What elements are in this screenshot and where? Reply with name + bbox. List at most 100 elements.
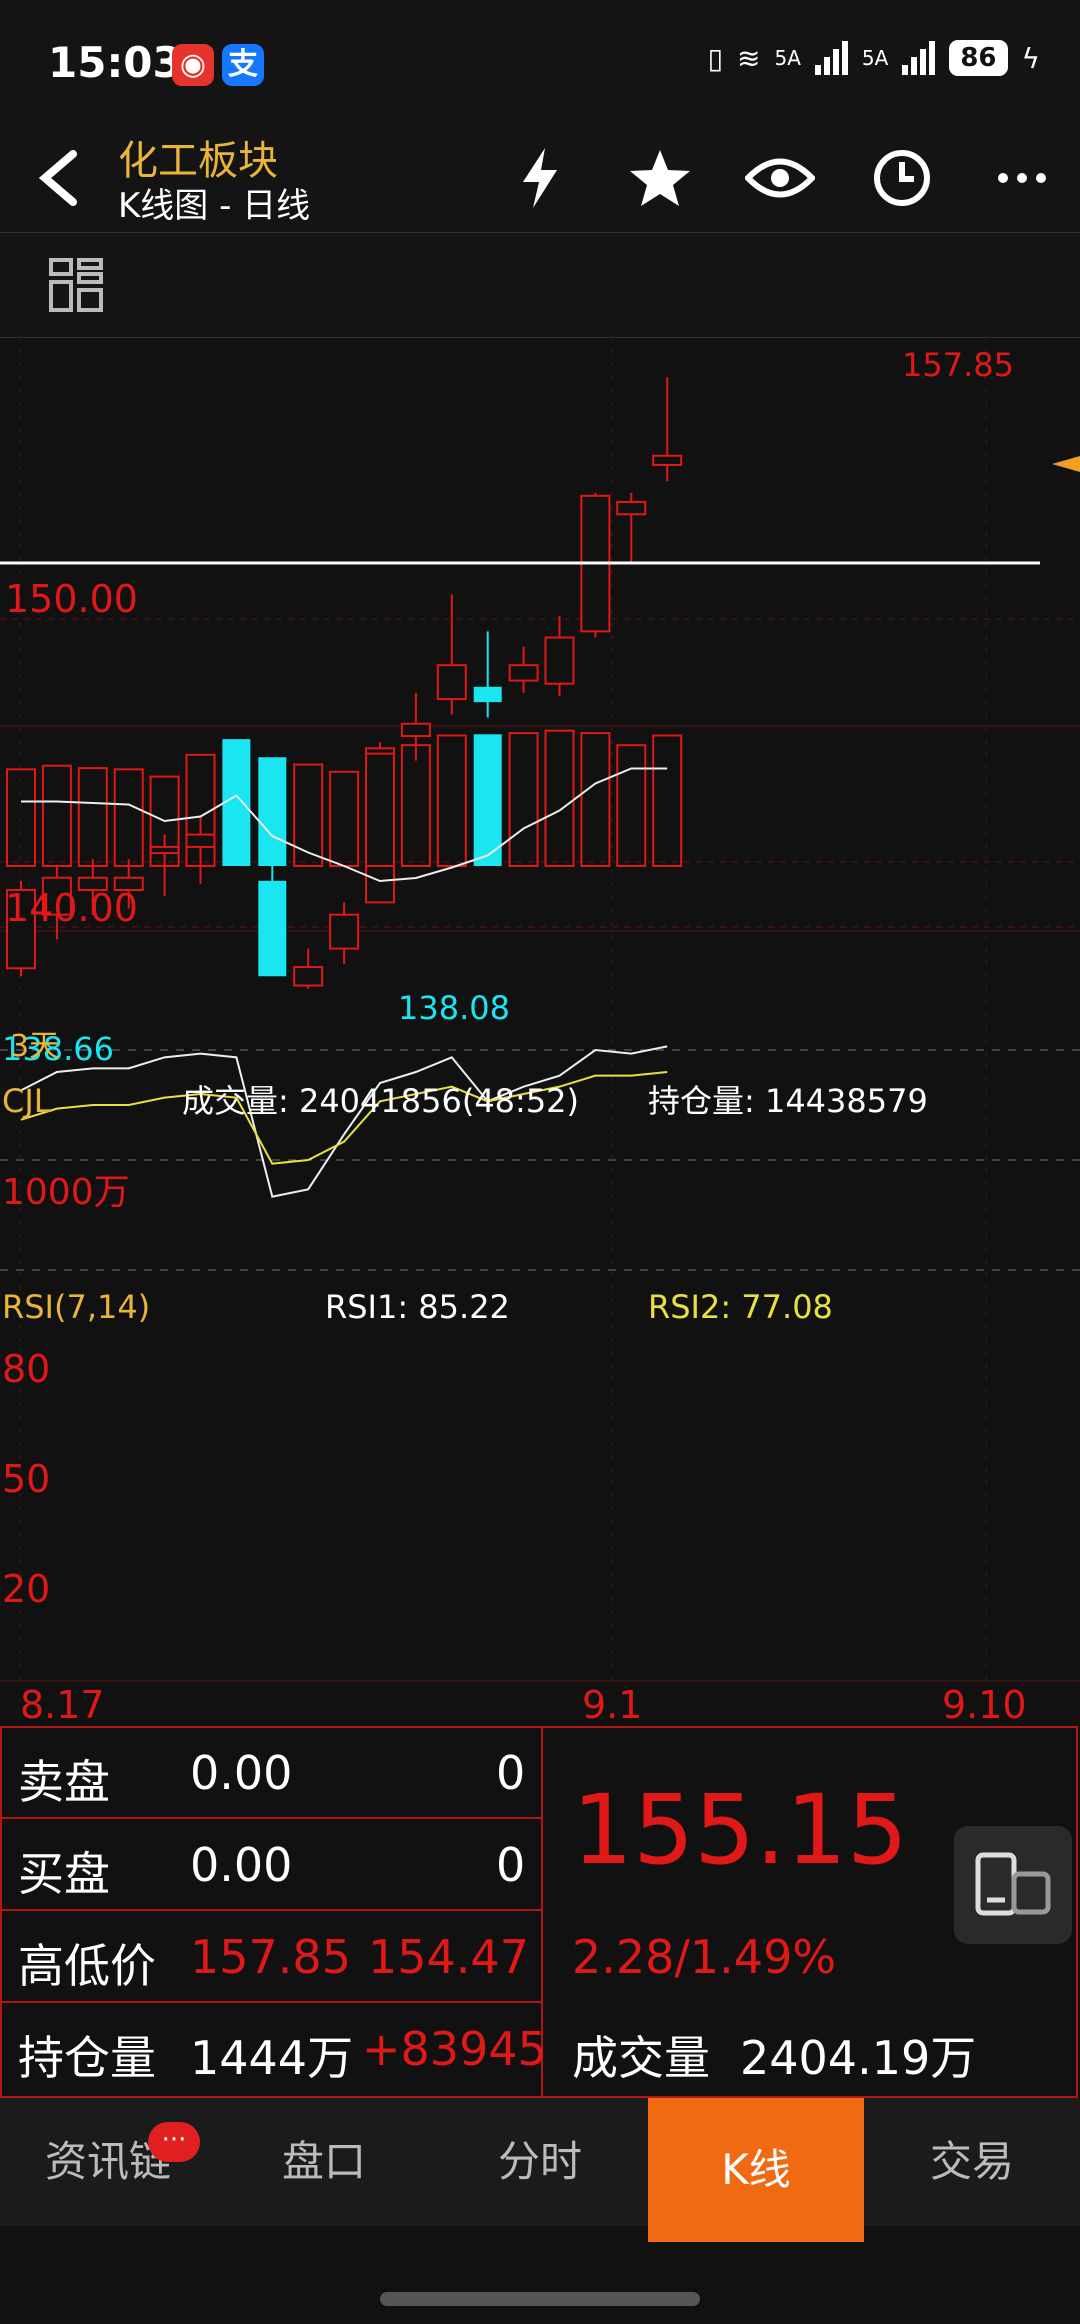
volume-axis-label: 1000万 — [2, 1172, 130, 1213]
signal-icon — [814, 41, 848, 75]
history-button[interactable] — [862, 138, 942, 218]
weibo-icon: ◉ — [172, 44, 214, 86]
signal-icon-2 — [902, 41, 936, 75]
tab-intraday[interactable]: 分时 — [432, 2098, 648, 2226]
tab-news-chain[interactable]: 资讯链 — [0, 2098, 216, 2226]
sell-price: 0.00 — [190, 1746, 293, 1800]
rsi-axis-50: 50 — [2, 1457, 50, 1501]
volume-value: 2404.19万 — [740, 2031, 977, 2085]
flash-button[interactable] — [500, 138, 580, 218]
vibrate-icon: ▯ — [707, 41, 724, 75]
candle-body — [652, 454, 683, 467]
volume-bar — [436, 734, 467, 867]
back-arrow-icon — [38, 150, 77, 206]
favorite-button[interactable] — [620, 138, 700, 218]
page-subtitle: K线图 - 日线 — [118, 186, 311, 226]
volume-bar — [222, 739, 251, 866]
quote-panel: 卖盘 0.00 0 买盘 0.00 0 高低价 157.85 154.47 持仓… — [0, 1726, 1080, 2098]
alipay-icon: 支 — [222, 44, 264, 86]
float-window-button[interactable] — [954, 1826, 1072, 1944]
candle-body — [616, 500, 647, 516]
lightning-icon — [523, 148, 557, 208]
more-button[interactable] — [982, 138, 1062, 218]
wifi-icon: ≋ — [737, 41, 761, 75]
open-interest-label: 持仓量 — [18, 2031, 156, 2085]
volume-bar — [329, 770, 360, 867]
sell-label: 卖盘 — [18, 1755, 110, 1809]
clock-icon — [874, 150, 930, 206]
candle-body — [436, 664, 467, 701]
candle-body — [185, 833, 216, 848]
kline-chart[interactable]: 150.00 140.00 157.85 138.08 138.66 3天 CJ… — [0, 336, 1080, 1726]
candle-body — [473, 686, 502, 703]
volume-bar — [652, 734, 683, 867]
volume-bar — [508, 732, 539, 868]
low-price: 154.47 — [368, 1930, 529, 1984]
candle-body — [508, 664, 539, 682]
home-indicator[interactable] — [380, 2292, 700, 2306]
volume-bar — [258, 757, 287, 866]
candle-body — [544, 636, 575, 685]
chart-toolbar — [0, 232, 1080, 338]
eye-icon — [745, 158, 815, 198]
y-label-150: 150.00 — [5, 577, 138, 621]
volume-bar — [77, 767, 108, 867]
volume-bar — [544, 729, 575, 867]
tab-order-book[interactable]: 盘口 — [216, 2098, 432, 2226]
open-interest-change: +83945 — [362, 2022, 547, 2076]
date-label-right: 9.10 — [942, 1683, 1027, 1726]
more-dots-icon — [998, 173, 1046, 183]
date-label-mid: 9.1 — [582, 1683, 642, 1726]
volume-bar — [113, 768, 144, 868]
high-price-label: 157.85 — [902, 346, 1014, 384]
watch-button[interactable] — [740, 138, 820, 218]
tab-trade[interactable]: 交易 — [864, 2098, 1080, 2226]
low-price-label: 138.08 — [398, 989, 510, 1027]
tab-kline[interactable]: K线 — [648, 2098, 864, 2242]
candle-body — [258, 880, 287, 977]
status-bar: 15:03 ◉ 支 ▯ ≋ 5A 5A 86 ϟ — [0, 0, 1080, 128]
three-day-label: 3天 — [10, 1029, 59, 1064]
date-label-left: 8.17 — [20, 1683, 105, 1726]
candle-body — [293, 966, 324, 987]
battery-level: 86 — [949, 40, 1008, 76]
candle-body — [149, 845, 180, 855]
volume-text: 成交量: 24041856(48:52) — [182, 1082, 579, 1120]
app-header: 化工板块 K线图 - 日线 — [0, 128, 1080, 232]
price-change: 2.28/1.49% — [572, 1930, 837, 1984]
volume-label: 成交量 — [572, 2031, 710, 2085]
buy-price: 0.00 — [190, 1838, 293, 1892]
candle-body — [329, 913, 360, 950]
rsi2-text: RSI2: 77.08 — [648, 1288, 833, 1326]
signal-label-1: 5A — [774, 46, 801, 70]
volume-title: CJL — [2, 1082, 52, 1120]
high-price: 157.85 — [190, 1930, 351, 1984]
candle-body — [400, 722, 431, 738]
signal-label-2: 5A — [861, 46, 889, 70]
high-low-label: 高低价 — [18, 1939, 156, 1993]
open-interest-line — [21, 767, 668, 883]
rsi1-text: RSI1: 85.22 — [325, 1288, 510, 1326]
rsi-axis-80: 80 — [2, 1347, 50, 1391]
volume-bar — [616, 744, 647, 867]
status-time: 15:03 — [48, 38, 182, 87]
volume-bar — [473, 734, 502, 866]
screen-switch-icon — [975, 1852, 1051, 1916]
indicator-lines — [20, 767, 668, 1198]
layout-toggle-button[interactable] — [48, 257, 104, 317]
open-interest-text: 持仓量: 14438579 — [648, 1082, 928, 1120]
notification-badge: ··· — [148, 2122, 200, 2162]
grid-layout-icon — [49, 258, 103, 312]
buy-label: 买盘 — [18, 1847, 110, 1901]
rsi-axis-20: 20 — [2, 1567, 50, 1611]
rsi-title: RSI(7,14) — [2, 1288, 150, 1326]
charging-icon: ϟ — [1021, 41, 1040, 75]
volume-bar — [580, 732, 611, 868]
buy-quantity: 0 — [496, 1838, 526, 1892]
back-button[interactable] — [18, 138, 98, 218]
y-label-140: 140.00 — [5, 886, 138, 930]
volume-layer — [6, 729, 683, 868]
last-price: 155.15 — [572, 1774, 908, 1886]
chart-grid — [0, 336, 1080, 1682]
status-indicators: ▯ ≋ 5A 5A 86 ϟ — [708, 40, 1040, 76]
